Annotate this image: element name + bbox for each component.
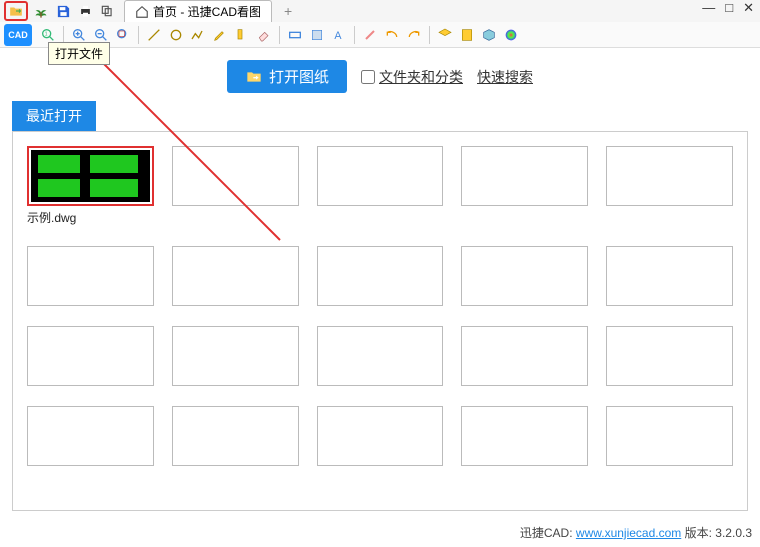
home-icon: [135, 5, 149, 19]
polyline-icon[interactable]: [188, 25, 208, 45]
title-bar: 首页 - 迅捷CAD看图 + — □ ✕: [0, 0, 760, 22]
tooltip: 打开文件: [48, 42, 110, 65]
empty-slot[interactable]: [172, 146, 299, 206]
toolbar: CAD 1 A: [0, 22, 760, 48]
footer: 迅捷CAD: www.xunjiecad.com 版本: 3.2.0.3: [520, 524, 752, 541]
empty-slot[interactable]: [461, 146, 588, 206]
file-thumbnail: [27, 146, 154, 206]
open-drawing-button[interactable]: 打开图纸: [227, 60, 347, 93]
footer-prefix: 迅捷CAD:: [520, 526, 576, 540]
redo-icon[interactable]: [404, 25, 424, 45]
folder-category-label: 文件夹和分类: [379, 67, 463, 87]
footer-version: 3.2.0.3: [715, 526, 752, 540]
maximize-button[interactable]: □: [725, 0, 733, 16]
footer-version-label: 版本:: [681, 526, 715, 540]
empty-slot[interactable]: [461, 246, 588, 306]
eraser-icon[interactable]: [254, 25, 274, 45]
print-icon[interactable]: [76, 2, 94, 20]
empty-slot[interactable]: [172, 246, 299, 306]
text-icon[interactable]: A: [329, 25, 349, 45]
area-icon[interactable]: [307, 25, 327, 45]
palm-icon[interactable]: [32, 2, 50, 20]
file-name: 示例.dwg: [27, 209, 154, 226]
zoom-window-icon[interactable]: [113, 25, 133, 45]
empty-slot[interactable]: [317, 246, 444, 306]
pencil-icon[interactable]: [210, 25, 230, 45]
folder-category-checkbox[interactable]: 文件夹和分类: [361, 67, 463, 87]
open-button-label: 打开图纸: [269, 66, 329, 87]
empty-slot[interactable]: [461, 326, 588, 386]
line-icon[interactable]: [144, 25, 164, 45]
empty-slot[interactable]: [27, 406, 154, 466]
empty-slot[interactable]: [606, 326, 733, 386]
svg-text:1: 1: [45, 31, 48, 37]
footer-url[interactable]: www.xunjiecad.com: [576, 526, 681, 540]
minimize-button[interactable]: —: [702, 0, 715, 16]
tab-label: 首页 - 迅捷CAD看图: [153, 3, 261, 20]
empty-slot[interactable]: [317, 326, 444, 386]
palette-icon[interactable]: [501, 25, 521, 45]
app-logo: CAD: [4, 24, 32, 46]
clear-icon[interactable]: [360, 25, 380, 45]
book-icon[interactable]: [457, 25, 477, 45]
empty-slot[interactable]: [606, 246, 733, 306]
dimension-icon[interactable]: [285, 25, 305, 45]
circle-icon[interactable]: [166, 25, 186, 45]
svg-text:A: A: [334, 30, 342, 42]
empty-slot[interactable]: [172, 406, 299, 466]
checkbox-input[interactable]: [361, 70, 375, 84]
recent-files-panel: 示例.dwg: [12, 131, 748, 511]
folder-icon: [245, 69, 263, 85]
copy-icon[interactable]: [98, 2, 116, 20]
empty-slot[interactable]: [172, 326, 299, 386]
empty-slot[interactable]: [606, 406, 733, 466]
close-button[interactable]: ✕: [743, 0, 754, 16]
empty-slot[interactable]: [27, 246, 154, 306]
empty-slot[interactable]: [317, 406, 444, 466]
box-icon[interactable]: [479, 25, 499, 45]
empty-slot[interactable]: [461, 406, 588, 466]
undo-icon[interactable]: [382, 25, 402, 45]
new-tab-button[interactable]: +: [278, 3, 298, 19]
empty-slot[interactable]: [317, 146, 444, 206]
save-icon[interactable]: [54, 2, 72, 20]
main-content: 打开图纸 文件夹和分类 快速搜索 最近打开 示例.dwg: [0, 48, 760, 523]
open-file-button[interactable]: [4, 1, 28, 21]
quick-search-link[interactable]: 快速搜索: [477, 67, 533, 87]
empty-slot[interactable]: [606, 146, 733, 206]
tab-home[interactable]: 首页 - 迅捷CAD看图: [124, 0, 272, 22]
layers-icon[interactable]: [435, 25, 455, 45]
empty-slot[interactable]: [27, 326, 154, 386]
recent-header: 最近打开: [12, 101, 96, 131]
highlight-icon[interactable]: [232, 25, 252, 45]
file-item[interactable]: 示例.dwg: [27, 146, 154, 226]
